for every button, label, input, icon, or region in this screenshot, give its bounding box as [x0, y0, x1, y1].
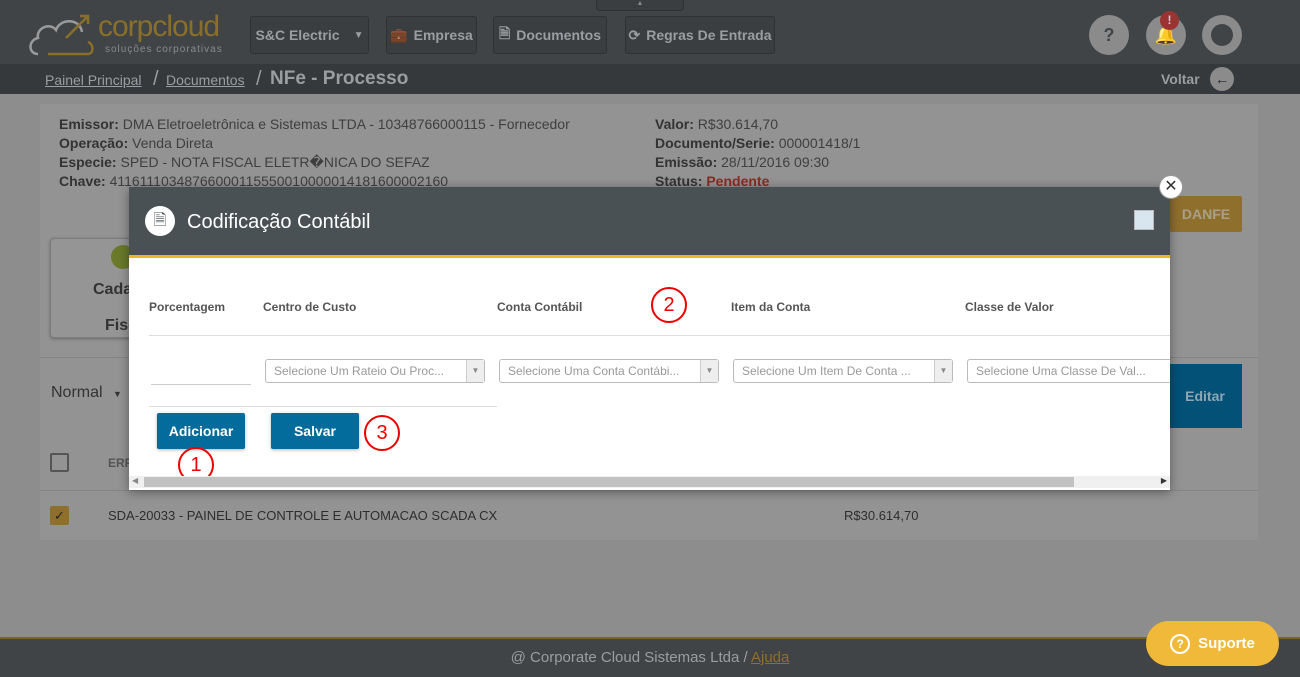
- logo-text: corpcloud: [98, 10, 220, 43]
- doc-info-left: Emissor: DMA Eletroeletrônica e Sistemas…: [59, 116, 570, 189]
- company-selector[interactable]: S&C Electric ▼: [250, 16, 369, 54]
- column-header: Centro de Custo: [263, 300, 357, 314]
- column-header: Classe de Valor: [965, 300, 1054, 314]
- danfe-button[interactable]: DANFE: [1170, 196, 1242, 232]
- caret-down-icon: ▼: [934, 360, 952, 382]
- user-menu-button[interactable]: [1202, 15, 1242, 55]
- footer: @ Corporate Cloud Sistemas Ltda / Ajuda: [0, 637, 1300, 677]
- cost-center-select[interactable]: Selecione Um Rateio Ou Proc... ▼: [265, 359, 485, 383]
- logo-icon: [29, 14, 94, 56]
- nav-label: Documentos: [516, 27, 602, 43]
- scrollbar-thumb[interactable]: [144, 477, 1074, 487]
- modal-title: Codificação Contábil: [187, 211, 371, 233]
- save-button[interactable]: Salvar: [271, 413, 359, 449]
- document-icon: 🗎: [145, 206, 175, 236]
- tab-label: Cada: [93, 281, 133, 298]
- view-selector[interactable]: Normal ▼: [51, 384, 122, 402]
- company-name: S&C Electric: [255, 27, 340, 43]
- nav-label: Empresa: [413, 27, 473, 43]
- back-label[interactable]: Voltar: [1161, 71, 1200, 87]
- breadcrumb-documentos[interactable]: Documentos: [166, 72, 245, 88]
- collapse-header-toggle[interactable]: ▲: [596, 0, 684, 11]
- help-button[interactable]: ?: [1089, 15, 1129, 55]
- row-value: R$30.614,70: [844, 508, 919, 523]
- row-checkbox[interactable]: ✓: [50, 506, 69, 525]
- support-button[interactable]: ? Suporte: [1146, 621, 1279, 666]
- page-title: NFe - Processo: [270, 68, 409, 89]
- caret-down-icon: ▼: [700, 360, 718, 382]
- nav-documentos[interactable]: 🗎 Documentos: [493, 16, 607, 54]
- account-select[interactable]: Selecione Uma Conta Contábi... ▼: [499, 359, 719, 383]
- nav-empresa[interactable]: 💼 Empresa: [386, 16, 477, 54]
- footer-text: @ Corporate Cloud Sistemas Ltda /: [510, 649, 751, 666]
- select-all-checkbox[interactable]: [50, 453, 69, 472]
- top-navbar: corpcloud soluções corporativas S&C Elec…: [0, 0, 1300, 64]
- add-button[interactable]: Adicionar: [157, 413, 245, 449]
- row-description: SDA-20033 - PAINEL DE CONTROLE E AUTOMAC…: [108, 508, 498, 523]
- marker-2: 2: [651, 287, 687, 323]
- column-header: Porcentagem: [149, 300, 226, 314]
- help-link[interactable]: Ajuda: [751, 649, 789, 666]
- caret-down-icon: ▼: [353, 29, 364, 41]
- doc-info-right: Valor: R$30.614,70 Documento/Serie: 0000…: [655, 116, 861, 189]
- broken-image-icon: [1134, 210, 1154, 230]
- codificacao-modal: 🗎 Codificação Contábil Porcentagem Centr…: [129, 187, 1170, 490]
- notification-badge: !: [1160, 11, 1179, 30]
- modal-header: 🗎 Codificação Contábil: [129, 187, 1170, 258]
- nav-label: Regras De Entrada: [646, 27, 772, 43]
- column-header: Conta Contábil: [497, 300, 583, 314]
- support-label: Suporte: [1198, 635, 1255, 652]
- column-header: Item da Conta: [731, 300, 811, 314]
- back-arrow-icon[interactable]: ←: [1210, 67, 1234, 91]
- help-icon: ?: [1103, 24, 1115, 45]
- edit-button[interactable]: Editar: [1168, 364, 1242, 428]
- logo-subtitle: soluções corporativas: [105, 44, 223, 55]
- breadcrumb: Painel Principal / Documentos / NFe - Pr…: [0, 64, 1300, 94]
- user-icon: [1211, 24, 1233, 46]
- document-icon: 🗎: [498, 25, 511, 41]
- close-modal-button[interactable]: ✕: [1159, 175, 1183, 199]
- briefcase-icon: 💼: [390, 26, 408, 43]
- nav-regras[interactable]: ⟳ Regras De Entrada: [625, 16, 775, 54]
- help-circle-icon: ?: [1170, 633, 1191, 654]
- horizontal-scrollbar[interactable]: ◀ ▶: [129, 476, 1170, 488]
- breadcrumb-painel[interactable]: Painel Principal: [45, 72, 142, 88]
- value-class-select[interactable]: Selecione Uma Classe De Val...: [967, 359, 1170, 383]
- account-item-select[interactable]: Selecione Um Item De Conta ... ▼: [733, 359, 953, 383]
- marker-3: 3: [364, 415, 400, 451]
- percentage-input[interactable]: [151, 357, 251, 385]
- refresh-icon: ⟳: [628, 26, 641, 43]
- caret-down-icon: ▼: [466, 360, 484, 382]
